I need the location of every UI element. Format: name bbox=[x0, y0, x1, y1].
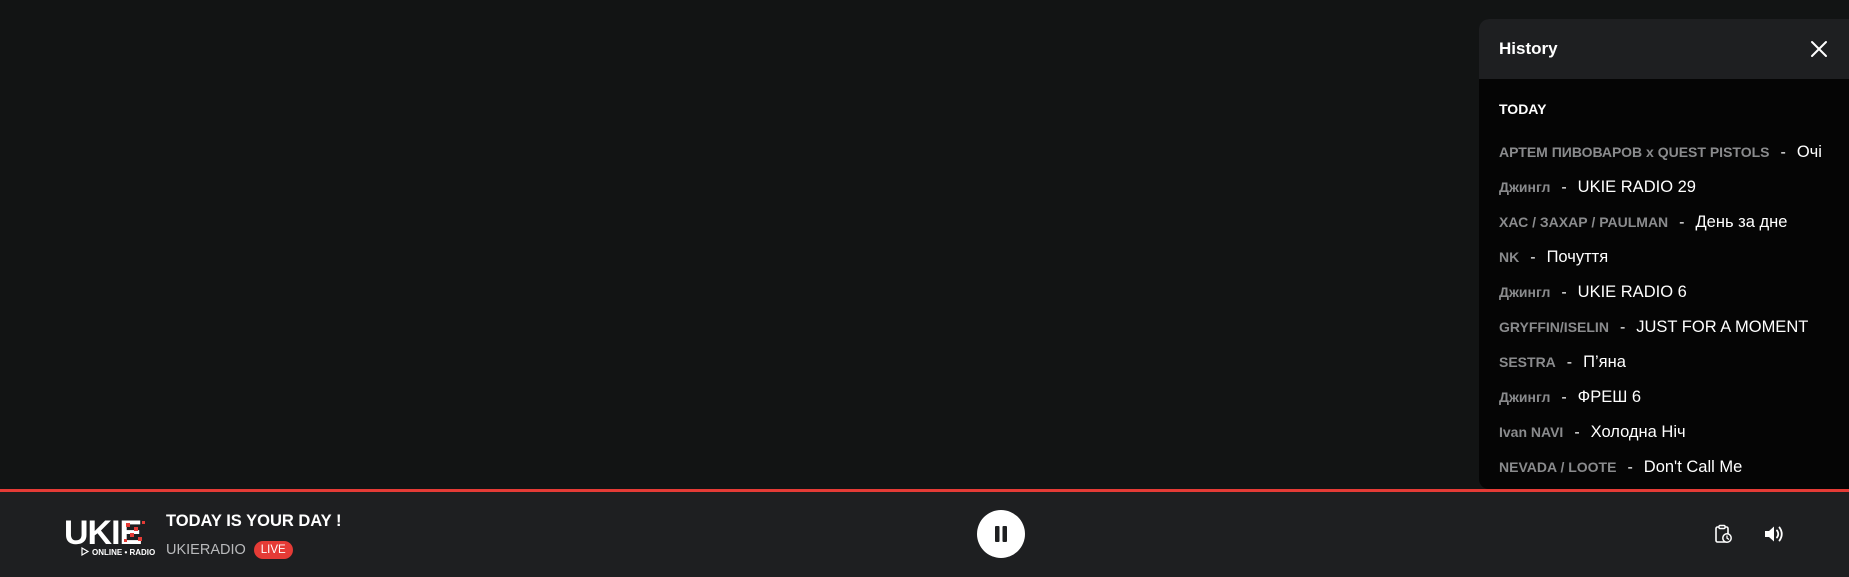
track-title: Очі bbox=[1796, 143, 1822, 161]
track-title: День за дне bbox=[1695, 213, 1788, 231]
track-separator: - bbox=[1530, 249, 1536, 266]
track-artist: Джингл bbox=[1499, 179, 1551, 195]
history-track-item[interactable]: ХАС / ЗАХАР / PAULMAN - День за дне bbox=[1499, 205, 1849, 240]
history-track-item[interactable]: Джингл - ФРЕШ 6 bbox=[1499, 380, 1849, 415]
track-separator: - bbox=[1574, 424, 1580, 441]
track-title: Don't Call Me bbox=[1643, 458, 1743, 476]
track-separator: - bbox=[1561, 389, 1567, 406]
track-title: Холодна Ніч bbox=[1590, 423, 1686, 441]
pause-icon bbox=[995, 526, 1007, 542]
track-title: П’яна bbox=[1583, 353, 1626, 371]
track-artist: Джингл bbox=[1499, 284, 1551, 300]
history-track-item[interactable]: АРТЕМ ПИВОВАРОВ x QUEST PISTOLS - Очі bbox=[1499, 135, 1849, 170]
svg-text:ONLINE • RADIO: ONLINE • RADIO bbox=[92, 548, 155, 557]
history-track-item[interactable]: GRYFFIN/ISELIN - JUST FOR A MOMENT bbox=[1499, 310, 1849, 345]
player-bar: UKIE ONLINE • RADIO TODAY IS YOUR DAY ! … bbox=[0, 492, 1849, 577]
station-row: UKIERADIO LIVE bbox=[166, 541, 293, 559]
now-playing-title: TODAY IS YOUR DAY ! bbox=[166, 512, 342, 530]
volume-button[interactable] bbox=[1762, 522, 1786, 546]
history-header: History bbox=[1479, 19, 1849, 79]
track-separator: - bbox=[1627, 459, 1633, 476]
live-badge: LIVE bbox=[253, 541, 293, 559]
track-artist: Джингл bbox=[1499, 389, 1551, 405]
history-track-item[interactable]: NK - Почуття bbox=[1499, 240, 1849, 275]
track-artist: АРТЕМ ПИВОВАРОВ x QUEST PISTOLS bbox=[1499, 144, 1770, 160]
track-separator: - bbox=[1561, 284, 1567, 301]
track-separator: - bbox=[1780, 144, 1786, 161]
history-track-item[interactable]: Ivan NAVI - Холодна Ніч bbox=[1499, 415, 1849, 450]
close-icon bbox=[1811, 41, 1827, 57]
track-artist: SESTRA bbox=[1499, 354, 1556, 370]
track-separator: - bbox=[1679, 214, 1685, 231]
track-artist: Ivan NAVI bbox=[1499, 424, 1564, 440]
close-history-button[interactable] bbox=[1808, 38, 1830, 60]
track-title: ФРЕШ 6 bbox=[1577, 388, 1642, 406]
track-separator: - bbox=[1619, 319, 1626, 336]
track-artist: NK bbox=[1499, 249, 1520, 265]
track-artist: GRYFFIN/ISELIN bbox=[1499, 319, 1609, 335]
pause-button[interactable] bbox=[977, 510, 1025, 558]
ukie-radio-logo: UKIE ONLINE • RADIO bbox=[64, 515, 155, 557]
station-name: UKIERADIO bbox=[166, 542, 246, 558]
track-title: UKIE RADIO 29 bbox=[1577, 178, 1696, 196]
history-track-item[interactable]: NEVADA / LOOTE - Don't Call Me bbox=[1499, 450, 1849, 485]
history-section-today: TODAY bbox=[1499, 101, 1547, 117]
track-title: JUST FOR A MOMENT bbox=[1636, 318, 1809, 336]
history-icon bbox=[1715, 524, 1732, 543]
page: History TODAY АРТЕМ ПИВОВАРОВ x QUEST PI… bbox=[0, 0, 1849, 577]
history-list: TODAY АРТЕМ ПИВОВАРОВ x QUEST PISTOLS - Оч… bbox=[1479, 79, 1849, 485]
history-track-item[interactable]: SESTRA - П’яна bbox=[1499, 345, 1849, 380]
history-button[interactable] bbox=[1711, 522, 1735, 546]
track-separator: - bbox=[1561, 179, 1567, 196]
track-artist: NEVADA / LOOTE bbox=[1499, 459, 1617, 475]
history-track-item[interactable]: Джингл - UKIE RADIO 6 bbox=[1499, 275, 1849, 310]
track-title: UKIE RADIO 6 bbox=[1577, 283, 1687, 301]
history-title: History bbox=[1499, 39, 1558, 58]
volume-icon bbox=[1765, 526, 1783, 542]
track-artist: ХАС / ЗАХАР / PAULMAN bbox=[1499, 214, 1669, 230]
track-separator: - bbox=[1566, 354, 1573, 371]
history-track-item[interactable]: Джингл - UKIE RADIO 29 bbox=[1499, 170, 1849, 205]
history-panel: History TODAY АРТЕМ ПИВОВАРОВ x QUEST PI… bbox=[1479, 19, 1849, 489]
track-title: Почуття bbox=[1546, 248, 1609, 266]
